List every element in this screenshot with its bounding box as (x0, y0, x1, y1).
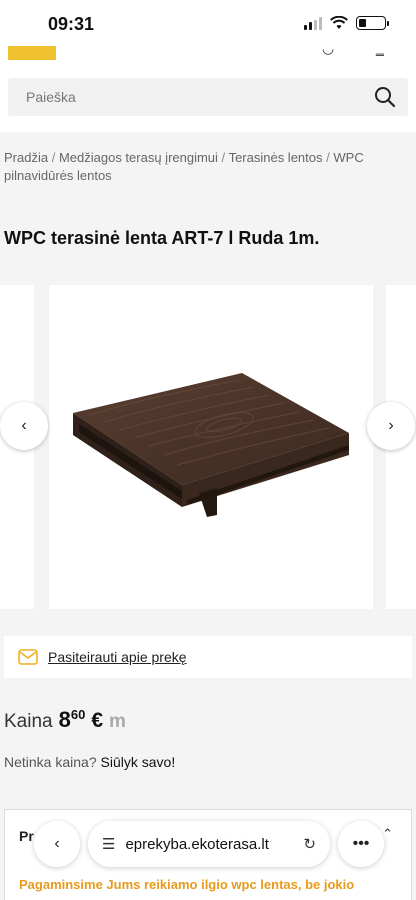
menu-icon[interactable]: ‗ (376, 40, 384, 56)
price-unit: m (109, 711, 126, 732)
envelope-icon (18, 649, 38, 665)
reload-icon[interactable]: ↻ (303, 835, 316, 853)
site-logo[interactable] (8, 46, 56, 60)
status-time: 09:31 (48, 14, 95, 34)
browser-back-button[interactable]: ‹ (34, 821, 80, 867)
offer-question: Netinka kaina? (4, 754, 97, 770)
search-section (0, 70, 416, 132)
breadcrumb: Pradžia / Medžiagos terasų įrengimui / T… (4, 150, 364, 183)
product-image[interactable] (49, 285, 373, 609)
decking-board-image (73, 373, 349, 517)
offer-link[interactable]: Siūlyk savo! (101, 754, 176, 770)
price-amount: 860 (58, 707, 86, 732)
chevron-left-icon: ‹ (21, 417, 27, 434)
breadcrumb-item-home[interactable]: Pradžia (4, 150, 48, 165)
search-icon[interactable] (374, 86, 396, 108)
info-card-heading[interactable]: Pr (19, 828, 34, 844)
price-currency: € (91, 709, 104, 732)
price-offer: Netinka kaina? Siūlyk savo! (4, 754, 175, 770)
status-icons (304, 16, 389, 30)
inquiry-link[interactable]: Pasiteirauti apie prekę (4, 636, 412, 678)
product-title: WPC terasinė lenta ART-7 l Ruda 1m. (4, 228, 320, 248)
price-label: Kaina (4, 711, 53, 732)
browser-more-button[interactable]: ••• (338, 821, 384, 867)
product-price: Kaina 860 € m (4, 707, 126, 733)
more-icon: ••• (352, 835, 370, 852)
chevron-left-icon: ‹ (54, 835, 60, 852)
info-card-text: Pagaminsime Jums reikiamo ilgio wpc lent… (19, 877, 355, 892)
gallery-prev-button[interactable]: ‹ (0, 402, 48, 450)
browser-toolbar: ‹ ☰ eprekyba.ekoterasa.lt ↻ ••• (34, 819, 384, 869)
wifi-icon (330, 16, 348, 29)
gallery-next-button[interactable]: › (367, 402, 415, 450)
cellular-signal-icon (304, 16, 322, 30)
breadcrumb-item-materials[interactable]: Medžiagos terasų įrengimui (59, 150, 218, 165)
inquiry-label[interactable]: Pasiteirauti apie prekę (48, 649, 187, 665)
search-box[interactable] (8, 78, 408, 116)
product-gallery: ‹ › (0, 285, 416, 610)
user-icon[interactable]: ◡ (322, 40, 334, 57)
breadcrumb-item-boards[interactable]: Terasinės lentos (229, 150, 323, 165)
battery-icon (356, 16, 389, 30)
price-cents: 60 (70, 707, 86, 722)
chevron-right-icon: › (388, 417, 394, 434)
site-header: ◡ ‗ (0, 40, 416, 70)
page-menu-icon[interactable]: ☰ (102, 835, 115, 853)
browser-address-bar[interactable]: ☰ eprekyba.ekoterasa.lt ↻ (88, 821, 330, 867)
search-input[interactable] (26, 89, 326, 105)
status-bar: 09:31 (0, 0, 416, 46)
browser-url[interactable]: eprekyba.ekoterasa.lt (125, 836, 293, 853)
